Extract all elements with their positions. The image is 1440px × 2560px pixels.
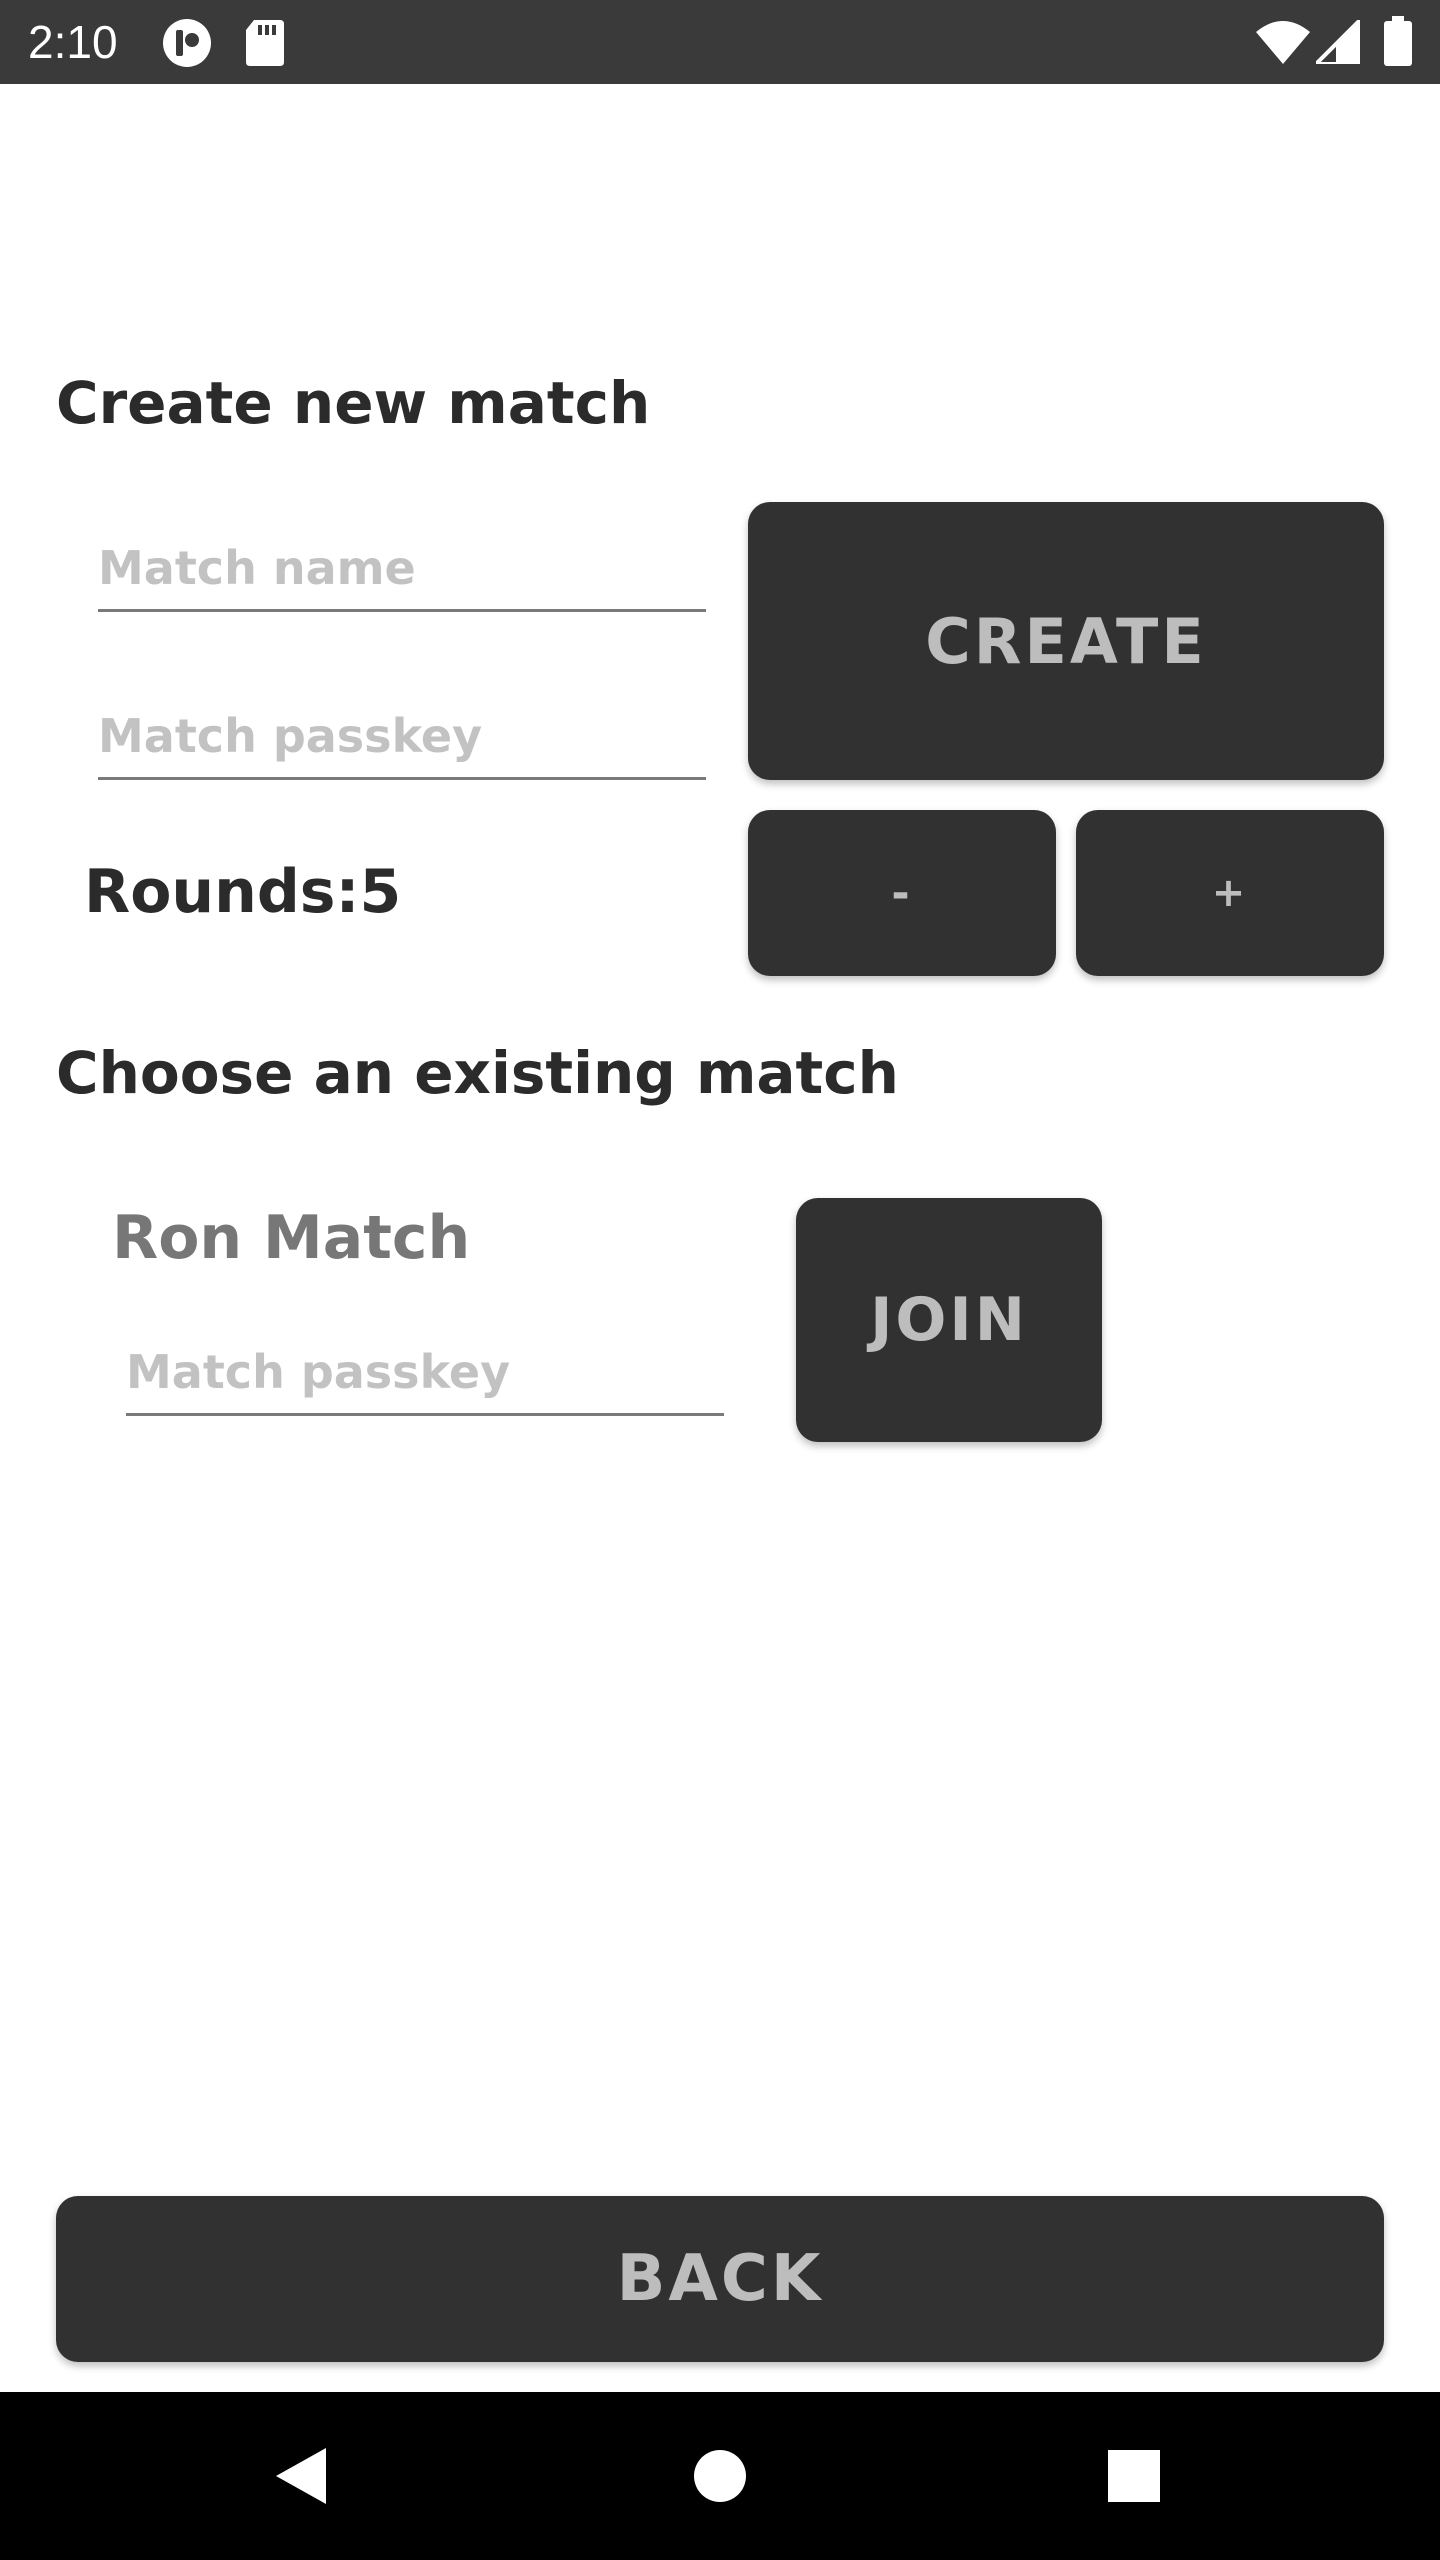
recents-square-icon[interactable] [1094,2436,1174,2516]
join-button[interactable]: JOIN [796,1198,1102,1442]
status-time: 2:10 [28,16,118,68]
sd-card-icon [246,20,284,66]
wifi-icon [1256,20,1310,64]
increase-rounds-button[interactable]: + [1076,810,1384,976]
create-match-title: Create new match [56,369,651,437]
join-passkey-field[interactable] [126,1340,724,1416]
existing-match-title: Choose an existing match [56,1039,899,1107]
back-button[interactable]: BACK [56,2196,1384,2362]
home-circle-icon[interactable] [680,2436,760,2516]
status-bar: 2:10 [0,0,1440,84]
decrease-rounds-button[interactable]: - [748,810,1056,976]
match-name-label: Ron Match [112,1203,471,1273]
app-notification-icon [162,18,212,68]
match-name-field[interactable] [98,536,706,612]
rounds-label: Rounds:5 [84,857,402,927]
navigation-bar [0,2392,1440,2560]
create-button[interactable]: CREATE [748,502,1384,780]
back-triangle-icon[interactable] [262,2436,342,2516]
signal-icon [1316,20,1360,64]
match-passkey-field[interactable] [98,704,706,780]
battery-icon [1384,16,1412,66]
